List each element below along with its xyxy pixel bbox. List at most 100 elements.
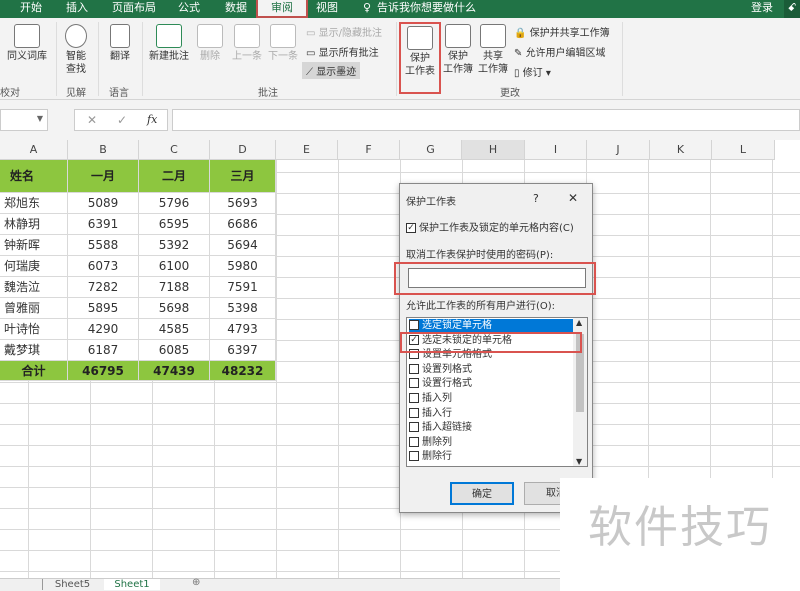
share-workbook-button[interactable]: 共享 工作簿 bbox=[476, 24, 510, 76]
tab-page-layout[interactable]: 页面布局 bbox=[112, 0, 156, 18]
table-cell[interactable]: 6595 bbox=[139, 214, 210, 235]
table-cell[interactable]: 魏浩泣 bbox=[0, 277, 68, 298]
table-cell[interactable]: 何瑞庚 bbox=[0, 256, 68, 277]
total-cell[interactable]: 合计 bbox=[0, 361, 68, 381]
permission-option[interactable]: 删除列 bbox=[409, 436, 573, 450]
table-cell[interactable]: 5796 bbox=[139, 193, 210, 214]
table-cell[interactable]: 7282 bbox=[68, 277, 139, 298]
table-cell[interactable]: 6100 bbox=[139, 256, 210, 277]
smart-lookup-button[interactable]: 智能 查找 bbox=[60, 24, 92, 76]
column-header[interactable]: B bbox=[68, 140, 139, 160]
name-box[interactable]: ▼ bbox=[0, 109, 48, 131]
table-cell[interactable]: 6686 bbox=[210, 214, 276, 235]
chevron-down-icon[interactable]: ▼ bbox=[37, 114, 43, 123]
table-header-cell[interactable]: 一月 bbox=[68, 160, 139, 193]
column-header[interactable]: G bbox=[400, 140, 462, 160]
translate-button[interactable]: 翻译 bbox=[104, 24, 136, 63]
table-cell[interactable]: 4290 bbox=[68, 319, 139, 340]
table-cell[interactable]: 5698 bbox=[139, 298, 210, 319]
enter-icon[interactable]: ✓ bbox=[117, 113, 127, 127]
tab-review[interactable]: 审阅 bbox=[256, 0, 308, 18]
protect-sheet-button[interactable]: 保护 工作表 bbox=[399, 22, 441, 94]
table-cell[interactable]: 5895 bbox=[68, 298, 139, 319]
login-link[interactable]: 登录 bbox=[751, 0, 773, 18]
table-cell[interactable]: 6085 bbox=[139, 340, 210, 361]
table-cell[interactable]: 4585 bbox=[139, 319, 210, 340]
column-header[interactable]: A bbox=[0, 140, 68, 160]
tab-view[interactable]: 视图 bbox=[316, 0, 338, 18]
tab-home[interactable]: 开始 bbox=[20, 0, 42, 18]
table-cell[interactable]: 5089 bbox=[68, 193, 139, 214]
column-header[interactable]: I bbox=[525, 140, 587, 160]
permission-option[interactable]: 插入超链接 bbox=[409, 421, 573, 435]
table-cell[interactable]: 林静玥 bbox=[0, 214, 68, 235]
close-button[interactable]: ✕ bbox=[568, 191, 578, 205]
column-header[interactable]: K bbox=[650, 140, 712, 160]
table-cell[interactable]: 郑旭东 bbox=[0, 193, 68, 214]
total-cell[interactable]: 47439 bbox=[139, 361, 210, 381]
table-cell[interactable]: 5398 bbox=[210, 298, 276, 319]
tell-me-search[interactable]: 告诉我你想要做什么 bbox=[377, 0, 476, 18]
thesaurus-button[interactable]: 同义词库 bbox=[4, 24, 50, 63]
total-cell[interactable]: 46795 bbox=[68, 361, 139, 381]
permission-option[interactable]: 设置行格式 bbox=[409, 377, 573, 391]
table-cell[interactable]: 6397 bbox=[210, 340, 276, 361]
tab-data[interactable]: 数据 bbox=[225, 0, 247, 18]
scroll-up-icon[interactable]: ▲ bbox=[576, 318, 582, 327]
tab-formulas[interactable]: 公式 bbox=[178, 0, 200, 18]
table-cell[interactable]: 5588 bbox=[68, 235, 139, 256]
column-header[interactable]: F bbox=[338, 140, 400, 160]
table-cell[interactable]: 曾雅丽 bbox=[0, 298, 68, 319]
tab-insert[interactable]: 插入 bbox=[66, 0, 88, 18]
help-button[interactable]: ? bbox=[533, 192, 539, 205]
permission-option[interactable]: 删除行 bbox=[409, 450, 573, 464]
new-comment-button[interactable]: 新建批注 bbox=[146, 24, 192, 63]
protect-workbook-button[interactable]: 保护 工作簿 bbox=[442, 24, 474, 76]
table-cell[interactable]: 7188 bbox=[139, 277, 210, 298]
permission-option[interactable]: 插入列 bbox=[409, 392, 573, 406]
table-cell[interactable]: 叶诗怡 bbox=[0, 319, 68, 340]
permission-option[interactable]: 选定锁定单元格 bbox=[409, 319, 573, 333]
ok-button[interactable]: 确定 bbox=[450, 482, 514, 505]
table-cell[interactable]: 5392 bbox=[139, 235, 210, 256]
add-sheet-icon[interactable]: ⊕ bbox=[192, 577, 200, 588]
table-cell[interactable]: 5694 bbox=[210, 235, 276, 256]
allow-edit-ranges-button[interactable]: ✎ 允许用户编辑区域 bbox=[514, 44, 606, 59]
table-cell[interactable]: 5693 bbox=[210, 193, 276, 214]
table-cell[interactable]: 4793 bbox=[210, 319, 276, 340]
table-cell[interactable]: 6391 bbox=[68, 214, 139, 235]
sheet-tab-active[interactable]: Sheet1 bbox=[104, 579, 160, 590]
column-header[interactable]: D bbox=[210, 140, 276, 160]
protect-share-button[interactable]: 🔒 保护并共享工作簿 bbox=[514, 24, 610, 39]
show-hide-comment-button[interactable]: ▭ 显示/隐藏批注 bbox=[306, 24, 382, 39]
table-cell[interactable]: 6187 bbox=[68, 340, 139, 361]
user-icon[interactable]: ꗃ bbox=[784, 0, 800, 18]
table-cell[interactable]: 戴梦琪 bbox=[0, 340, 68, 361]
table-cell[interactable]: 7591 bbox=[210, 277, 276, 298]
protect-sheet-checkbox[interactable]: ✓ 保护工作表及锁定的单元格内容(C) bbox=[406, 222, 574, 236]
column-header[interactable]: E bbox=[276, 140, 338, 160]
track-changes-button[interactable]: ▯ 修订 ▾ bbox=[514, 64, 551, 79]
column-header[interactable]: H bbox=[462, 140, 525, 160]
permission-option[interactable]: 插入行 bbox=[409, 407, 573, 421]
permission-option[interactable]: 设置列格式 bbox=[409, 363, 573, 377]
column-header[interactable]: J bbox=[587, 140, 650, 160]
column-header[interactable]: C bbox=[139, 140, 210, 160]
total-cell[interactable]: 48232 bbox=[210, 361, 276, 381]
next-comment-button[interactable]: 下一条 bbox=[266, 24, 300, 63]
show-ink-button[interactable]: ⟋ 显示墨迹 bbox=[302, 62, 361, 79]
cancel-icon[interactable]: ✕ bbox=[87, 113, 97, 127]
sheet-tab[interactable]: Sheet5 bbox=[42, 579, 102, 590]
table-cell[interactable]: 5980 bbox=[210, 256, 276, 277]
previous-comment-button[interactable]: 上一条 bbox=[230, 24, 264, 63]
scroll-down-icon[interactable]: ▼ bbox=[576, 457, 582, 466]
table-header-cell[interactable]: 三月 bbox=[210, 160, 276, 193]
insert-function-icon[interactable]: fx bbox=[147, 113, 157, 126]
table-cell[interactable]: 钟新晖 bbox=[0, 235, 68, 256]
formula-input[interactable] bbox=[172, 109, 800, 131]
table-header-cell[interactable]: 二月 bbox=[139, 160, 210, 193]
delete-comment-button[interactable]: 删除 bbox=[196, 24, 224, 63]
column-header[interactable]: L bbox=[712, 140, 775, 160]
show-all-comments-button[interactable]: ▭ 显示所有批注 bbox=[306, 44, 379, 59]
table-cell[interactable]: 6073 bbox=[68, 256, 139, 277]
